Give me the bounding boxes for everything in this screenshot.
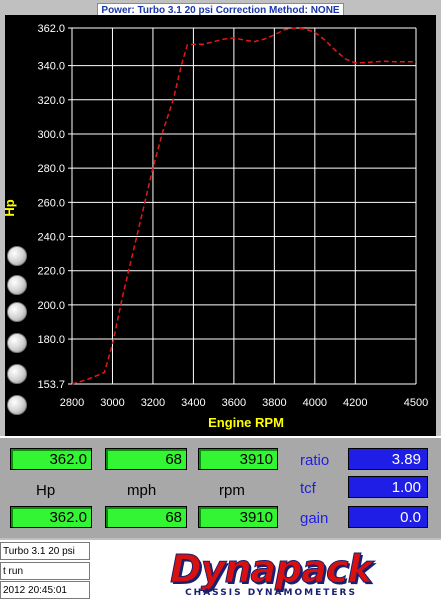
nav-button-4[interactable] [7, 333, 27, 353]
tcf-label: tcf [300, 480, 316, 497]
timestamp-field: 2012 20:45:01 [0, 581, 90, 599]
gain-label: gain [300, 510, 329, 527]
nav-button-5[interactable] [7, 364, 27, 384]
x-tick-label: 4500 [404, 397, 428, 409]
y-tick-label: 300.0 [37, 129, 65, 141]
x-axis-label: Engine RPM [208, 415, 284, 430]
ratio-label: ratio [300, 452, 330, 469]
x-tick-label: 3000 [100, 397, 124, 409]
readout-panel: 362.0 68 3910 Hp mph rpm 362.0 68 3910 r… [0, 436, 441, 538]
power-chart: 362.0 340.0 320.0 300.0 280.0 260.0 240.0 220.0… [0, 15, 441, 436]
x-tick-label: 2800 [60, 397, 84, 409]
bottom-mph-display: 68 [105, 506, 187, 528]
nav-button-1[interactable] [7, 246, 27, 266]
logo-wordmark: Dynapack [170, 547, 374, 591]
gain-value: 0.0 [348, 506, 428, 528]
y-tick-label: 180.0 [37, 334, 65, 346]
top-hp-display: 362.0 [10, 448, 92, 470]
y-tick-label: 220.0 [37, 266, 65, 278]
bottom-hp-display: 362.0 [10, 506, 92, 528]
top-mph-display: 68 [105, 448, 187, 470]
y-tick-label: 280.0 [37, 163, 65, 175]
rpm-label: rpm [219, 482, 245, 499]
x-tick-label: 3400 [181, 397, 205, 409]
y-tick-label: 240.0 [37, 232, 65, 244]
y-tick-label: 320.0 [37, 95, 65, 107]
y-tick-label: 260.0 [37, 197, 65, 209]
y-tick-label: 153.7 [37, 379, 65, 391]
x-tick-label: 4200 [343, 397, 367, 409]
logo-subtitle: CHASSIS DYNAMOMETERS [185, 588, 357, 598]
x-tick-label: 4000 [303, 397, 327, 409]
nav-button-3[interactable] [7, 302, 27, 322]
title-bar: Power: Turbo 3.1 20 psi Correction Metho… [0, 0, 441, 18]
dyno-app-window: Power: Turbo 3.1 20 psi Correction Metho… [0, 0, 441, 600]
chart-background [5, 15, 436, 436]
nav-button-2[interactable] [7, 275, 27, 295]
x-tick-label: 3800 [262, 397, 286, 409]
top-rpm-display: 3910 [198, 448, 278, 470]
y-tick-label: 340.0 [37, 61, 65, 73]
run-type-field: t run [0, 562, 90, 580]
dynapack-logo: Dynapack CHASSIS DYNAMOMETERS [116, 548, 426, 600]
ratio-value: 3.89 [348, 448, 428, 470]
bottom-rpm-display: 3910 [198, 506, 278, 528]
x-tick-label: 3200 [141, 397, 165, 409]
mph-label: mph [127, 482, 157, 499]
hp-label: Hp [36, 482, 56, 499]
nav-button-6[interactable] [7, 395, 27, 415]
y-axis-label: Hp [2, 199, 17, 216]
x-tick-label: 3600 [222, 397, 246, 409]
tcf-value: 1.00 [348, 476, 428, 498]
run-name-field: Turbo 3.1 20 psi [0, 542, 90, 560]
y-tick-label: 200.0 [37, 300, 65, 312]
y-tick-label: 362.0 [37, 23, 65, 35]
